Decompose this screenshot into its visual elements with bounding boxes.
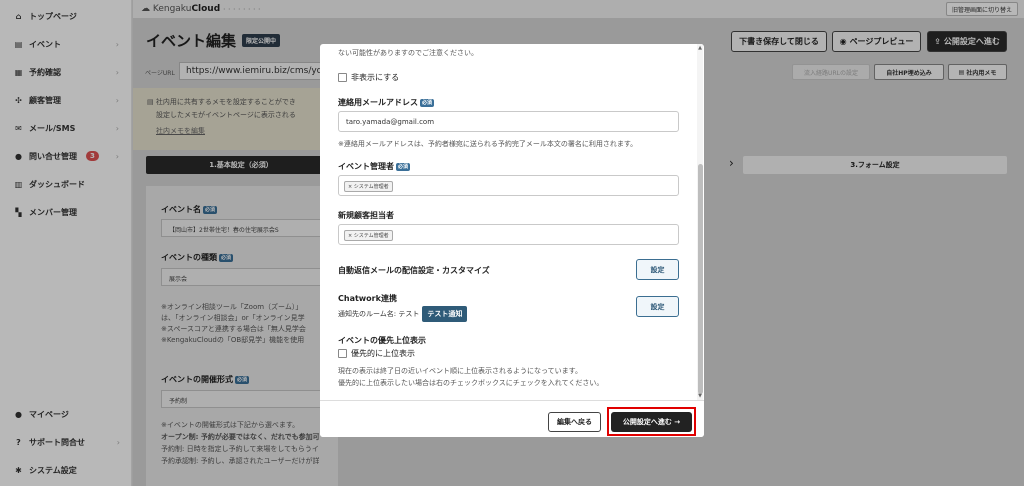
publish-settings-modal: ない可能性がありますのでご注意ください。 非表示にする 連絡用メールアドレス 必須… (320, 44, 704, 437)
proceed-publish-button[interactable]: 公開設定へ進む → (611, 412, 692, 432)
contact-email-input[interactable]: taro.yamada@gmail.com (338, 111, 679, 132)
new-customer-label: 新規顧客担当者 (338, 211, 394, 220)
priority-note-2: 優先的に上位表示したい場合は右のチェックボックスにチェックを入れてください。 (338, 379, 604, 387)
scroll-down-icon[interactable]: ▼ (696, 393, 704, 399)
priority-checkbox[interactable] (338, 349, 347, 358)
auto-reply-label: 自動返信メールの配信設定・カスタマイズ (338, 266, 490, 275)
modal-top-note: ない可能性がありますのでご注意ください。 (338, 49, 478, 57)
hide-checkbox-row[interactable]: 非表示にする (338, 72, 399, 83)
hide-checkbox[interactable] (338, 73, 347, 82)
priority-checkbox-row[interactable]: 優先的に上位表示 (338, 348, 415, 359)
modal-body: ない可能性がありますのでご注意ください。 非表示にする 連絡用メールアドレス 必須… (320, 44, 704, 400)
manager-chip[interactable]: × システム管理者 (344, 181, 393, 192)
priority-note-1: 現在の表示は終了日の近いイベント順に上位表示されるようになっています。 (338, 367, 582, 375)
event-manager-label: イベント管理者 必須 (338, 162, 411, 171)
modal-footer: ▼ 編集へ戻る 公開設定へ進む → (320, 393, 704, 437)
chatwork-label: Chatwork連携 (338, 294, 397, 303)
priority-label: イベントの優先上位表示 (338, 336, 426, 345)
chatwork-setting-button[interactable]: 設定 (636, 296, 679, 317)
modal-scrollbar-thumb[interactable] (698, 164, 703, 394)
auto-reply-setting-button[interactable]: 設定 (636, 259, 679, 280)
contact-email-label: 連絡用メールアドレス 必須 (338, 98, 435, 107)
event-manager-select[interactable]: × システム管理者 (338, 175, 679, 196)
chatwork-room: 通知先のルーム名: テスト テスト通知 (338, 306, 468, 322)
contact-email-note: ※連絡用メールアドレスは、予約者様宛に送られる予約完了メール本文の署名に利用され… (338, 140, 638, 148)
back-to-edit-button[interactable]: 編集へ戻る (548, 412, 601, 432)
new-customer-select[interactable]: × システム管理者 (338, 224, 679, 245)
new-customer-chip[interactable]: × システム管理者 (344, 230, 393, 241)
test-notify-button[interactable]: テスト通知 (422, 306, 468, 322)
scroll-up-icon[interactable]: ▲ (696, 45, 704, 51)
